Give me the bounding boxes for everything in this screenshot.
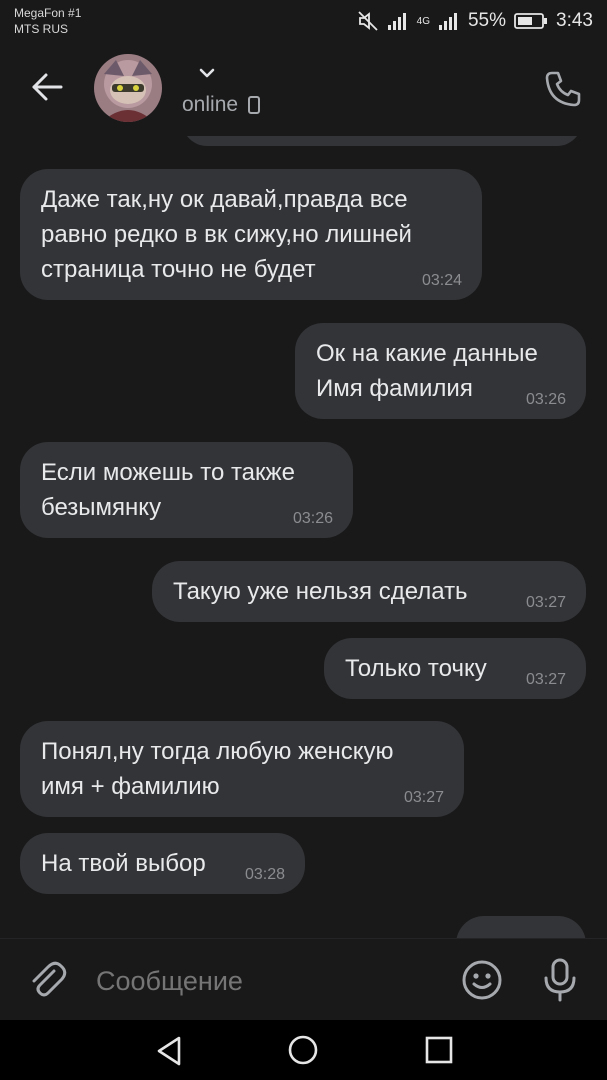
message-bubble-incoming[interactable]: Понял,ну тогда любую женскую имя + фамил… [20, 721, 464, 817]
battery-percent: 55% [467, 10, 507, 31]
avatar[interactable] [94, 54, 162, 122]
paperclip-icon[interactable] [26, 959, 68, 1001]
call-icon [545, 71, 581, 107]
chevron-down-icon[interactable] [196, 66, 218, 80]
carrier-info: MegaFon #1 MTS RUS [14, 5, 81, 37]
nav-recent-icon[interactable] [423, 1034, 455, 1066]
status-icons: 4G 55% 3:43 [357, 8, 593, 34]
message-text: На твой выбор [41, 850, 206, 877]
message-bubble-partial [182, 136, 582, 146]
message-text: Если можешь то также безымянку [41, 459, 295, 521]
emoji-icon[interactable] [460, 958, 504, 1002]
back-button[interactable] [26, 66, 68, 108]
message-bubble-outgoing[interactable]: Только точку 03:27 [324, 638, 586, 699]
message-text: Только точку [345, 655, 487, 682]
signal-icon [387, 11, 409, 31]
message-text: Ок на какие данные Имя фамилия [316, 340, 538, 402]
nav-back-icon[interactable] [152, 1034, 186, 1068]
signal-icon [438, 11, 460, 31]
microphone-icon[interactable] [540, 957, 580, 1003]
message-time: 03:27 [525, 594, 566, 611]
message-text: Понял,ну тогда любую женскую имя + фамил… [41, 738, 394, 800]
message-time: 03:27 [403, 789, 444, 806]
system-nav-bar [0, 1020, 607, 1080]
call-button[interactable] [540, 66, 586, 112]
message-text: Даже так,ну ок давай,правда все равно ре… [41, 186, 412, 283]
message-time: 03:24 [421, 272, 462, 289]
battery-icon [514, 12, 548, 30]
status-bar: MegaFon #1 MTS RUS 4G 55% 3:43 [0, 0, 607, 44]
message-composer [0, 938, 607, 1020]
message-list[interactable]: Даже так,ну ок давай,правда все равно ре… [0, 136, 607, 938]
clock: 3:43 [556, 10, 593, 31]
message-bubble-outgoing[interactable]: Ок на какие данные Имя фамилия 03:26 [295, 323, 586, 419]
nav-home-icon[interactable] [286, 1033, 320, 1067]
message-time: 03:26 [525, 391, 566, 408]
message-bubble-partial [456, 916, 586, 938]
message-time: 03:27 [525, 671, 566, 688]
message-bubble-incoming[interactable]: На твой выбор 03:28 [20, 833, 305, 894]
network-type: 4G [416, 15, 430, 27]
presence-status: online [182, 93, 261, 117]
mute-icon [357, 10, 379, 32]
chat-header: online [0, 44, 607, 136]
message-input[interactable] [96, 963, 426, 999]
online-label: online [182, 93, 239, 116]
phone-device-icon [248, 96, 261, 114]
message-bubble-incoming[interactable]: Если можешь то также безымянку 03:26 [20, 442, 353, 538]
carrier-2: MTS RUS [14, 22, 68, 36]
message-text: Такую уже нельзя сделать [173, 578, 468, 605]
carrier-1: MegaFon #1 [14, 6, 82, 20]
message-bubble-outgoing[interactable]: Такую уже нельзя сделать 03:27 [152, 561, 586, 622]
message-time: 03:28 [244, 866, 285, 883]
message-time: 03:26 [292, 510, 333, 527]
back-arrow-icon [32, 73, 63, 101]
message-bubble-incoming[interactable]: Даже так,ну ок давай,правда все равно ре… [20, 169, 482, 300]
